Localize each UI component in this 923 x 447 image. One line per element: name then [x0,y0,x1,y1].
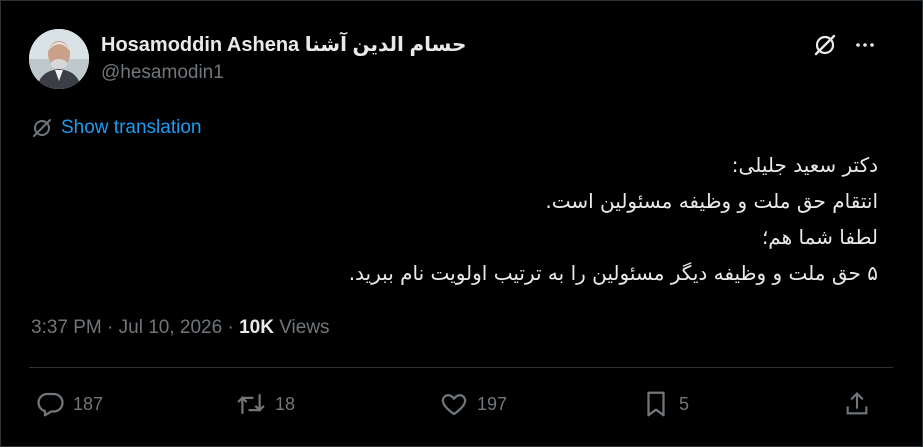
tweet-line: دکتر سعید جلیلی: [731,153,878,177]
tweet-text: دکتر سعید جلیلی: انتقام حق ملت و وظیفه م… [178,147,878,291]
tweet-line: لطفا شما هم؛ [761,225,878,249]
translate-icon [33,119,51,137]
more-button[interactable] [847,27,883,63]
avatar-photo [29,29,89,89]
author-handle[interactable]: @hesamodin1 [101,62,224,84]
share-button[interactable] [843,389,871,419]
divider [29,367,893,368]
grok-button[interactable] [807,27,843,63]
meta-separator: · [227,317,234,338]
avatar[interactable] [29,29,89,89]
meta-separator: · [107,317,114,338]
reply-button[interactable]: 187 [35,389,103,419]
tweet-time[interactable]: 3:37 PM [31,317,102,338]
repost-button[interactable]: 18 [235,389,295,419]
like-count: 197 [477,393,508,414]
bookmark-count: 5 [679,393,690,414]
show-translation-link[interactable]: Show translation [31,117,201,139]
like-icon [441,394,467,416]
views-label[interactable]: Views [279,317,329,338]
tweet-card: Hosamoddin Ashena حسام الدین آشنا @hesam… [0,0,923,447]
more-icon [856,43,874,47]
repost-icon [237,394,265,414]
tweet-line: انتقام حق ملت و وظیفه مسئولین است. [545,189,878,213]
views-count[interactable]: 10K [239,317,274,338]
reply-count: 187 [73,393,104,414]
reply-icon [37,392,64,417]
show-translation-label: Show translation [61,117,202,138]
like-button[interactable]: 197 [439,389,507,419]
repost-count: 18 [275,393,296,414]
tweet-date[interactable]: Jul 10, 2026 [119,317,223,338]
bookmark-button[interactable]: 5 [641,389,689,419]
tweet-line: ۵ حق ملت و وظیفه دیگر مسئولین را به ترتی… [348,261,878,285]
tweet-meta: 3:37 PM · Jul 10, 2026 · 10K Views [31,317,330,339]
share-icon [846,392,868,415]
bookmark-icon [647,391,665,417]
author-name[interactable]: Hosamoddin Ashena حسام الدین آشنا [101,32,466,57]
grok-icon [814,34,836,56]
